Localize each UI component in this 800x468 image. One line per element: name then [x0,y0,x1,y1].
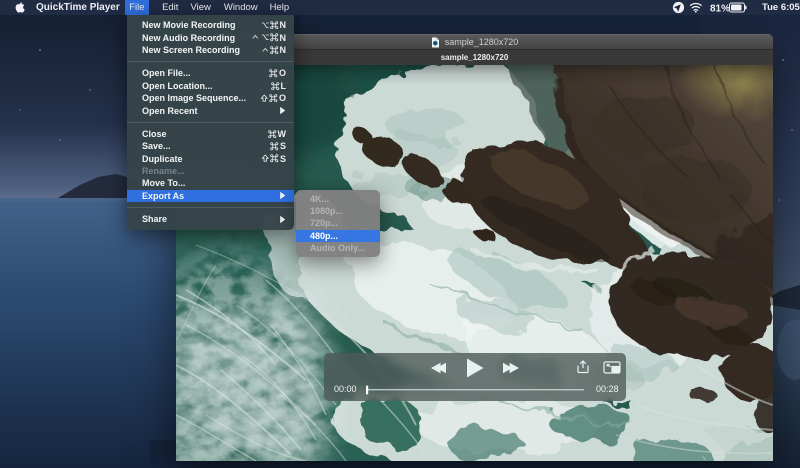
svg-text:81%: 81% [710,3,730,14]
